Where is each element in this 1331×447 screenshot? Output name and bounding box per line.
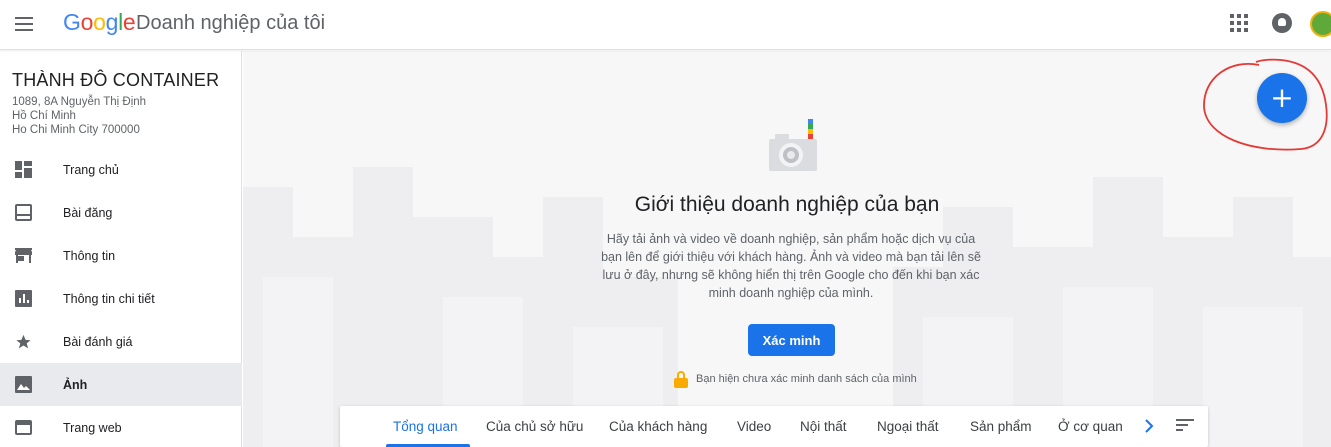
product-title: Doanh nghiệp của tôi <box>136 12 326 34</box>
insights-icon <box>15 290 32 307</box>
sidebar-item-label: Thông tin <box>63 248 116 263</box>
notifications-icon[interactable] <box>1272 13 1292 33</box>
sidebar-item-label: Bài đăng <box>63 205 113 220</box>
tab-overview[interactable]: Tổng quan <box>393 406 458 447</box>
main-content: Giới thiệu doanh nghiệp của bạn Hãy tải … <box>243 51 1331 447</box>
sidebar-item-home[interactable]: Trang chủ <box>0 148 242 191</box>
sidebar-item-label: Trang web <box>63 420 122 435</box>
tab-by-customers[interactable]: Của khách hàng <box>609 406 707 447</box>
photo-icon <box>15 376 32 393</box>
intro-description: Hãy tải ảnh và video về doanh nghiệp, sả… <box>601 232 981 300</box>
web-icon <box>15 419 32 436</box>
tab-video[interactable]: Video <box>737 406 771 447</box>
business-name: THÀNH ĐÔ CONTAINER <box>12 70 220 90</box>
avatar[interactable] <box>1310 11 1331 37</box>
unverified-notice-text: Bạn hiện chưa xác minh danh sách của mìn… <box>696 373 917 385</box>
sidebar-nav: Trang chủ Bài đăng Thông tin Thông tin c… <box>0 148 242 447</box>
sidebar-item-insights[interactable]: Thông tin chi tiết <box>0 277 242 320</box>
star-icon <box>15 333 32 350</box>
tab-exterior[interactable]: Ngoại thất <box>877 406 939 447</box>
address-line-2: Hồ Chí Minh <box>12 110 76 122</box>
logo-letter: o <box>80 9 94 35</box>
intro-headline: Giới thiệu doanh nghiệp của bạn <box>634 193 940 216</box>
sidebar-item-label: Bài đánh giá <box>63 334 133 349</box>
sidebar-item-website[interactable]: Trang web <box>0 406 242 447</box>
tab-products[interactable]: Sản phẩm <box>970 406 1032 447</box>
add-photo-button[interactable]: + <box>1257 73 1307 123</box>
verify-button[interactable]: Xác minh <box>748 324 835 356</box>
chevron-right-icon[interactable] <box>1140 417 1158 435</box>
sidebar-item-label: Trang chủ <box>63 162 119 177</box>
logo-letter: g <box>105 9 119 35</box>
logo-letter: G <box>63 9 81 35</box>
lock-icon <box>674 370 688 388</box>
unverified-notice: Bạn hiện chưa xác minh danh sách của mìn… <box>674 370 917 388</box>
google-logo[interactable]: Google <box>63 9 136 36</box>
sidebar-item-reviews[interactable]: Bài đánh giá <box>0 320 242 363</box>
app-header: Google Doanh nghiệp của tôi <box>0 0 1331 50</box>
sidebar: THÀNH ĐÔ CONTAINER 1089, 8A Nguyễn Thị Đ… <box>0 51 242 447</box>
menu-icon[interactable] <box>12 12 36 36</box>
sidebar-item-info[interactable]: Thông tin <box>0 234 242 277</box>
sidebar-item-label: Ảnh <box>63 377 88 392</box>
sidebar-item-posts[interactable]: Bài đăng <box>0 191 242 234</box>
address-line-3: Ho Chi Minh City 700000 <box>12 124 140 136</box>
camera-icon <box>769 119 817 171</box>
tab-interior[interactable]: Nội thất <box>800 406 847 447</box>
photo-tabs: Tổng quan Của chủ sở hữu Của khách hàng … <box>340 406 1208 447</box>
logo-letter: o <box>93 9 106 35</box>
business-address: 1089, 8A Nguyễn Thị Định Hồ Chí Minh Ho … <box>12 95 146 137</box>
store-icon <box>15 247 32 264</box>
posts-icon <box>15 204 32 221</box>
sort-icon[interactable] <box>1176 419 1194 433</box>
logo-letter: e <box>122 9 136 35</box>
dashboard-icon <box>15 161 32 178</box>
sidebar-item-photos[interactable]: Ảnh <box>0 363 242 406</box>
tab-at-work[interactable]: Ở cơ quan <box>1058 406 1123 447</box>
apps-grid-icon[interactable] <box>1230 14 1248 32</box>
sidebar-item-label: Thông tin chi tiết <box>63 291 155 306</box>
address-line-1: 1089, 8A Nguyễn Thị Định <box>12 96 147 108</box>
tab-by-owner[interactable]: Của chủ sở hữu <box>486 406 583 447</box>
